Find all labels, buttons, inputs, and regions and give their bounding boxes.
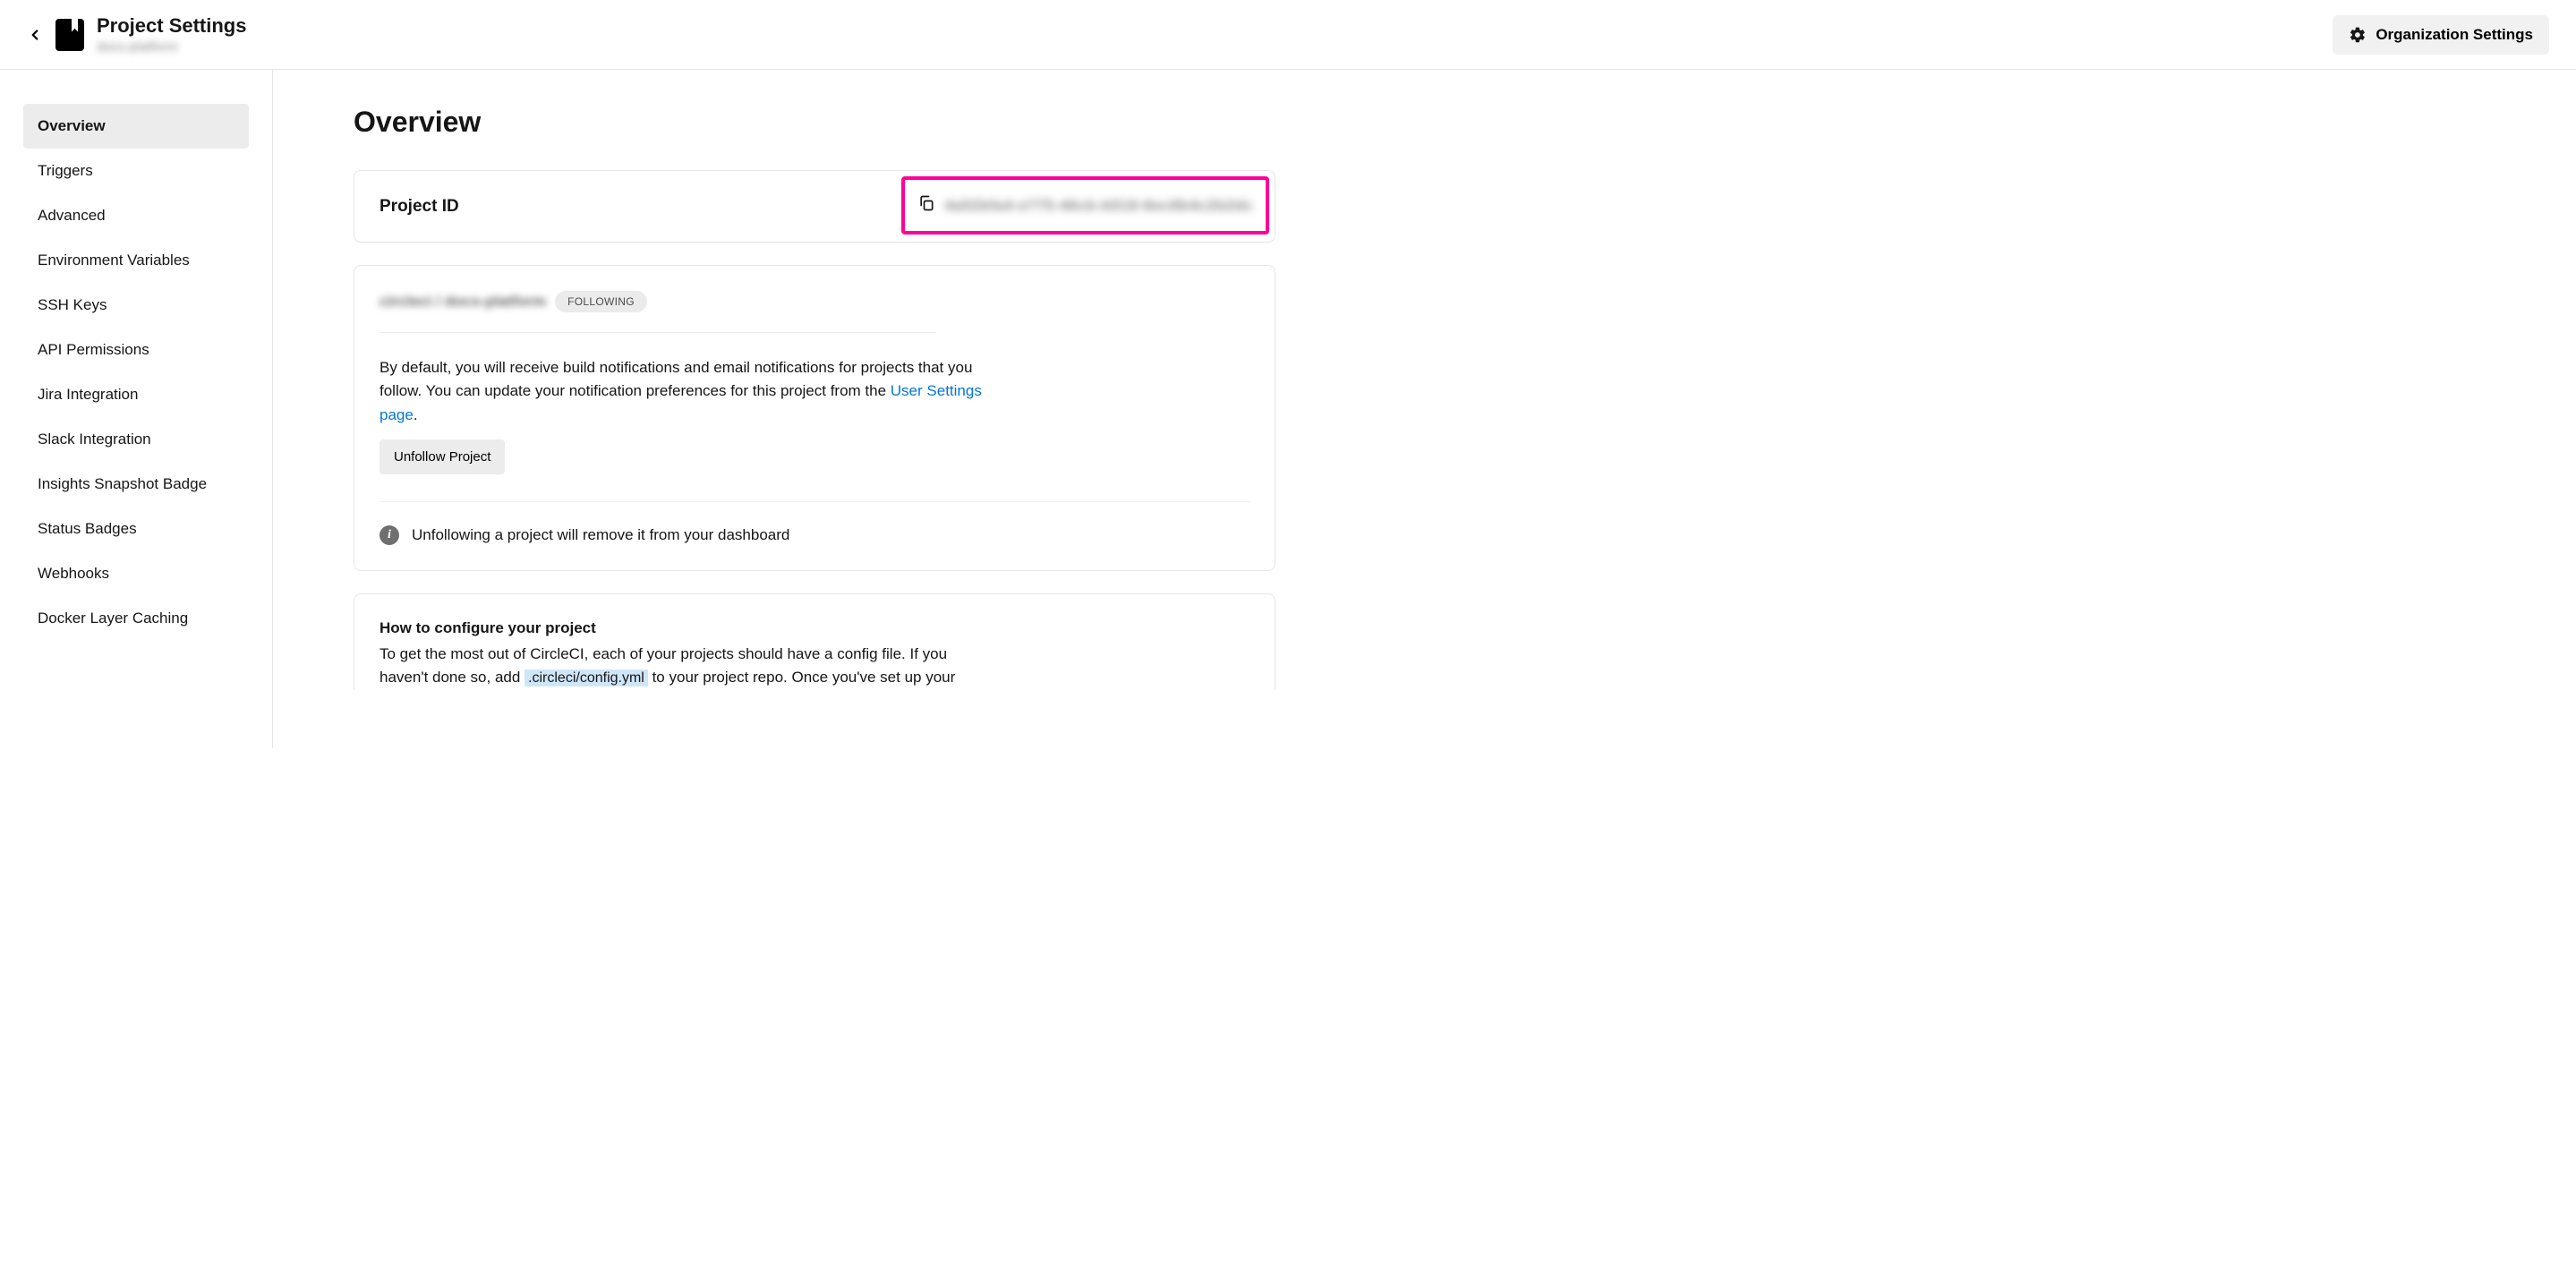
configure-text: To get the most out of CircleCI, each of… (380, 643, 970, 690)
sidebar-item-docker-layer-caching[interactable]: Docker Layer Caching (23, 596, 249, 641)
configure-title: How to configure your project (380, 619, 1250, 637)
sidebar: Overview Triggers Advanced Environment V… (0, 70, 273, 748)
sidebar-item-insights-snapshot-badge[interactable]: Insights Snapshot Badge (23, 462, 249, 507)
project-id-label: Project ID (380, 197, 459, 217)
copy-icon[interactable] (917, 194, 935, 217)
organization-settings-label: Organization Settings (2376, 26, 2533, 44)
main-content: Overview Project ID 4a52bfa4-e775-46cb-b… (273, 70, 1329, 748)
info-text: Unfollowing a project will remove it fro… (412, 526, 789, 544)
project-id-highlight: 4a52bfa4-e775-46cb-b518-8ec8b4c2b2dc (901, 176, 1269, 234)
back-button[interactable] (27, 27, 43, 43)
project-id-card: Project ID 4a52bfa4-e775-46cb-b518-8ec8b… (354, 170, 1275, 243)
gear-icon (2349, 26, 2367, 44)
sidebar-item-triggers[interactable]: Triggers (23, 149, 249, 193)
header: Project Settings docs-platform Organizat… (0, 0, 2576, 70)
organization-settings-button[interactable]: Organization Settings (2333, 15, 2549, 55)
info-icon: i (380, 525, 399, 545)
info-row: i Unfollowing a project will remove it f… (380, 501, 1250, 545)
notification-text: By default, you will receive build notif… (380, 356, 1006, 427)
sidebar-item-environment-variables[interactable]: Environment Variables (23, 238, 249, 283)
main-heading: Overview (354, 106, 1275, 139)
project-icon (55, 19, 84, 51)
sidebar-item-jira-integration[interactable]: Jira Integration (23, 372, 249, 417)
sidebar-item-api-permissions[interactable]: API Permissions (23, 328, 249, 372)
project-path-row: circleci / docs-platform FOLLOWING (380, 291, 936, 333)
following-badge: FOLLOWING (555, 291, 647, 312)
sidebar-item-ssh-keys[interactable]: SSH Keys (23, 283, 249, 328)
sidebar-item-status-badges[interactable]: Status Badges (23, 507, 249, 551)
unfollow-project-button[interactable]: Unfollow Project (380, 439, 505, 474)
config-file-path: .circleci/config.yml (525, 669, 648, 686)
project-path: circleci / docs-platform (380, 293, 546, 311)
sidebar-item-overview[interactable]: Overview (23, 104, 249, 149)
configure-card: How to configure your project To get the… (354, 593, 1275, 690)
sidebar-item-advanced[interactable]: Advanced (23, 193, 249, 238)
header-left: Project Settings docs-platform (27, 14, 246, 55)
page-title: Project Settings (97, 14, 246, 38)
project-id-value: 4a52bfa4-e775-46cb-b518-8ec8b4c2b2dc (944, 197, 1253, 215)
project-name: docs-platform (97, 39, 246, 55)
sidebar-item-webhooks[interactable]: Webhooks (23, 551, 249, 596)
header-titles: Project Settings docs-platform (97, 14, 246, 55)
sidebar-item-slack-integration[interactable]: Slack Integration (23, 417, 249, 462)
follow-card: circleci / docs-platform FOLLOWING By de… (354, 265, 1275, 571)
